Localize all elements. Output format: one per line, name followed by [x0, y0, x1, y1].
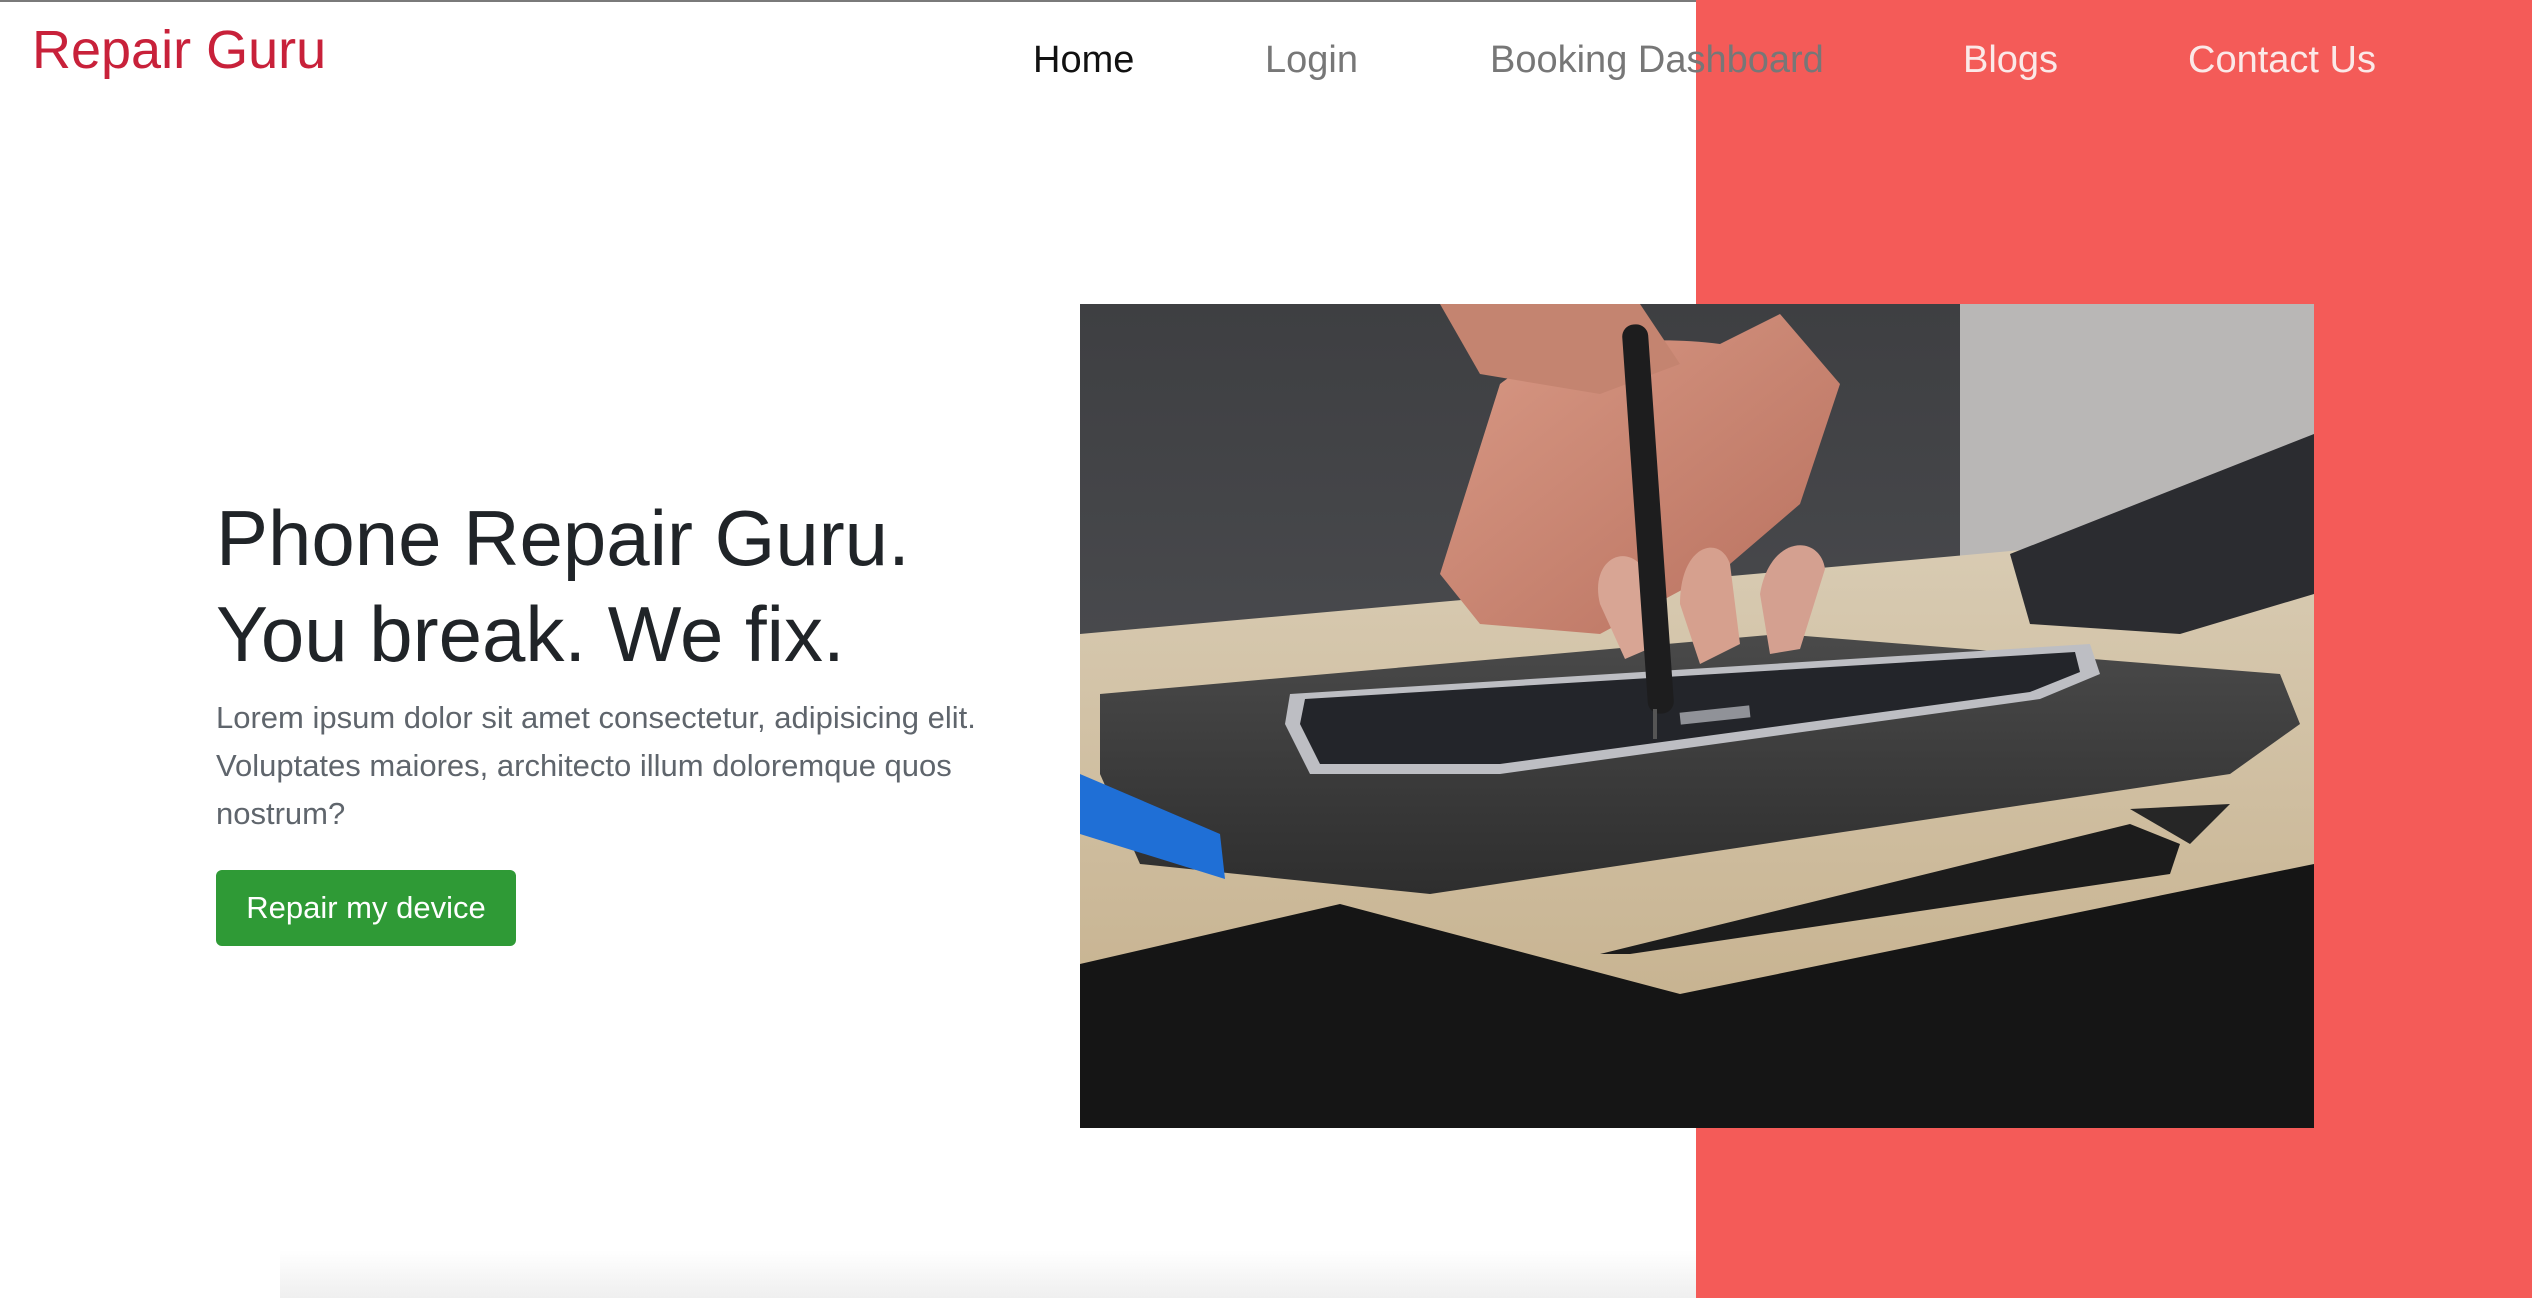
- nav-home[interactable]: Home: [1033, 34, 1134, 86]
- hero-title-line-2: You break. We fix.: [216, 590, 845, 678]
- hero-title: Phone Repair Guru. You break. We fix.: [216, 490, 910, 682]
- nav-contact-us[interactable]: Contact Us: [2188, 34, 2376, 86]
- nav-login[interactable]: Login: [1265, 34, 1358, 86]
- repair-device-button[interactable]: Repair my device: [216, 870, 516, 946]
- bottom-shadow: [280, 1250, 1696, 1298]
- nav-booking-dashboard[interactable]: Booking Dashboard: [1490, 34, 1824, 86]
- hero-title-line-1: Phone Repair Guru.: [216, 494, 910, 582]
- nav-blogs[interactable]: Blogs: [1963, 34, 2058, 86]
- hero-image: [1080, 304, 2314, 1128]
- brand-logo[interactable]: Repair Guru: [32, 18, 326, 83]
- hero-description: Lorem ipsum dolor sit amet consectetur, …: [216, 700, 976, 831]
